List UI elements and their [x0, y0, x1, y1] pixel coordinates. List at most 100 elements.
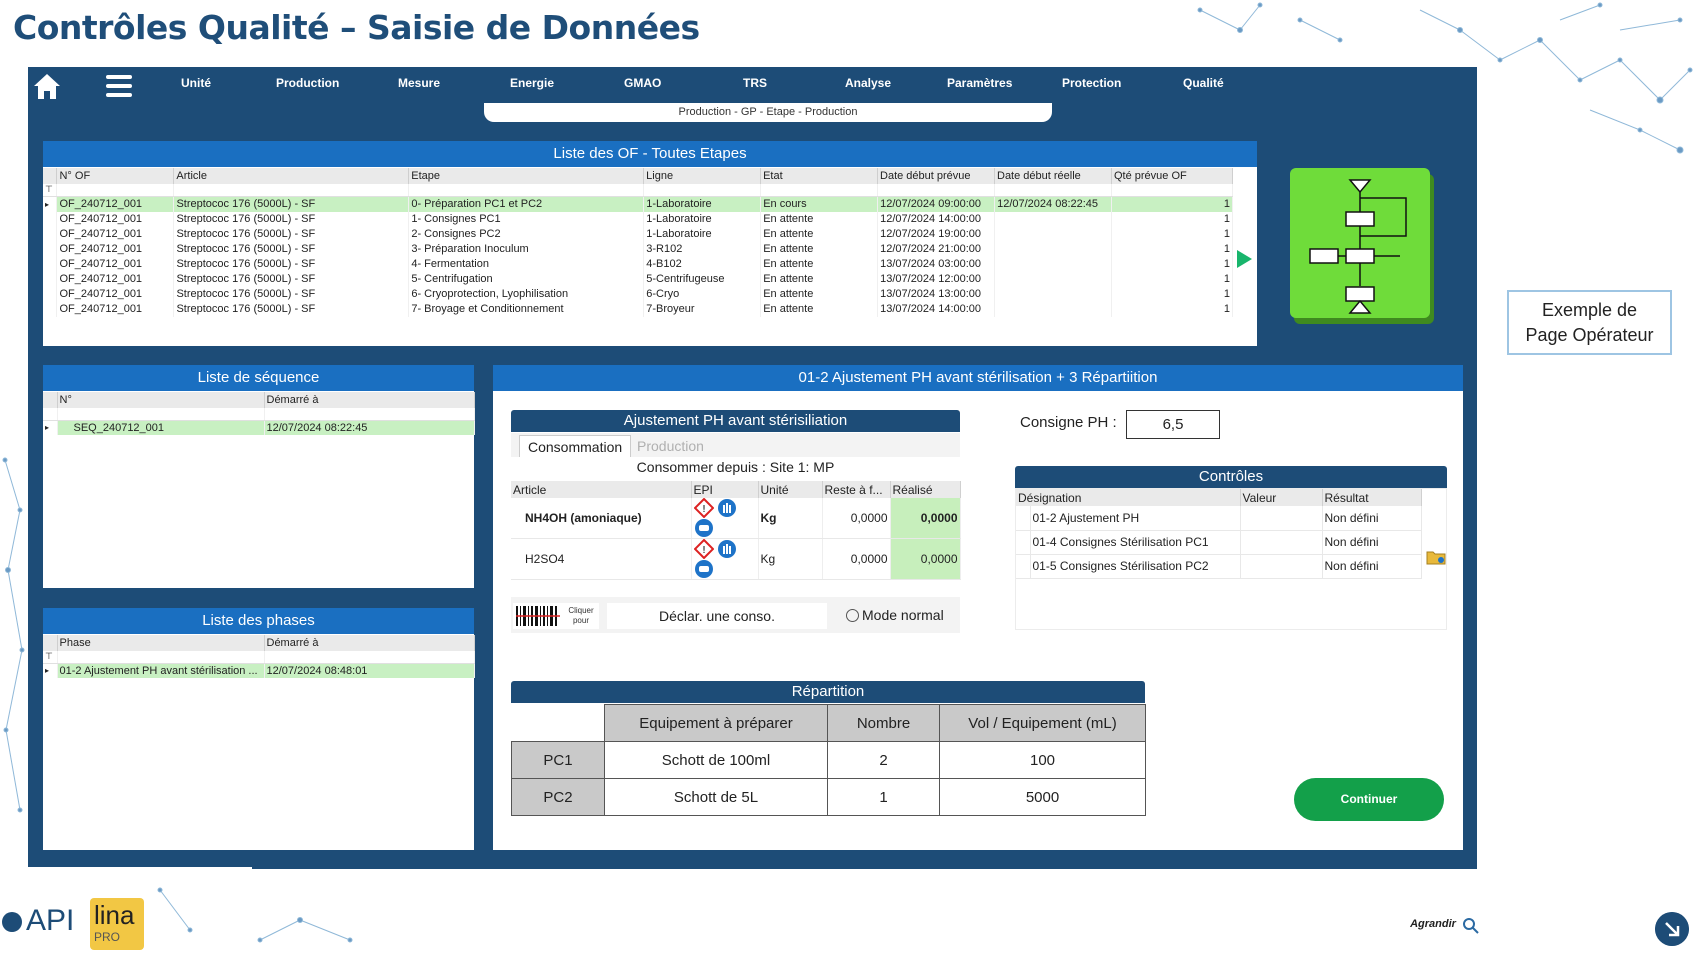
col-header[interactable]: Article [173, 168, 410, 184]
cell: 5000 [939, 778, 1146, 816]
table-row[interactable]: OF_240712_001 Streptococ 176 (5000L) - SF… [43, 241, 1233, 257]
barcode-scan-button[interactable]: Cliquer pour [513, 603, 599, 629]
search-icon[interactable] [1462, 917, 1480, 935]
home-icon[interactable] [32, 71, 62, 101]
table-row[interactable]: 01-5 Consignes Stérilisation PC2 Non défi… [1016, 554, 1422, 579]
pro-logo-text: PRO [94, 930, 121, 944]
cell: 7- Broyage et Conditionnement [408, 301, 645, 317]
nav-mesure[interactable]: Mesure [398, 76, 440, 90]
col-header[interactable]: Démarré à [264, 635, 475, 651]
cell: OF_240712_001 [56, 196, 175, 212]
nav-production[interactable]: Production [276, 76, 339, 90]
cell: 1- Consignes PC1 [408, 211, 645, 227]
play-arrow-icon[interactable] [1237, 250, 1252, 268]
ajustement-box: Consommation Production Consommer depuis… [511, 433, 961, 633]
nav-trs[interactable]: TRS [743, 76, 767, 90]
svg-text:!: ! [701, 545, 705, 556]
mode-normal-radio[interactable]: Mode normal [846, 607, 944, 623]
col-header[interactable]: Etat [760, 168, 879, 184]
table-row[interactable]: 01-2 Ajustement PH Non défini [1016, 506, 1422, 531]
continue-button[interactable]: Continuer [1294, 778, 1444, 821]
agrandir-button[interactable]: Agrandir [1406, 916, 1460, 933]
breadcrumb[interactable]: Production - GP - Etape - Production [484, 103, 1052, 122]
nav-analyse[interactable]: Analyse [845, 76, 891, 90]
table-row[interactable]: OF_240712_001 Streptococ 176 (5000L) - SF… [43, 226, 1233, 242]
tab-production[interactable]: Production [629, 435, 712, 457]
cell[interactable] [1240, 506, 1323, 531]
table-row[interactable]: OF_240712_001 Streptococ 176 (5000L) - SF… [43, 271, 1233, 287]
note-line: Page Opérateur [1525, 325, 1654, 345]
filter-row[interactable]: ⊤ [43, 184, 1234, 197]
repartition-table: Equipement à préparer Nombre Vol / Equip… [511, 704, 1146, 816]
phases-title: Liste des phases [43, 608, 474, 634]
lina-pro-logo: lina PRO [90, 898, 144, 950]
of-list-title: Liste des OF - Toutes Etapes [43, 141, 1257, 167]
menu-icon[interactable] [106, 75, 132, 97]
epi-icons: ! [691, 538, 759, 580]
col-header[interactable]: Phase [57, 635, 265, 651]
nav-parametres[interactable]: Paramètres [947, 76, 1012, 90]
table-row[interactable]: ▸ OF_240712_001 Streptococ 176 (5000L) - S… [43, 196, 1233, 212]
cell: 5-Centrifugeuse [643, 271, 762, 287]
of-table: N° OF Article Etape Ligne Etat Date débu… [43, 168, 1234, 317]
col-header[interactable]: Article [511, 481, 692, 498]
cell: 1 [1111, 301, 1233, 317]
col-header[interactable]: N° [57, 392, 265, 408]
col-header[interactable]: Réalisé [890, 481, 961, 498]
table-row[interactable]: OF_240712_001 Streptococ 176 (5000L) - SF… [43, 286, 1233, 302]
table-row[interactable]: ▸ 01-2 Ajustement PH avant stérilisation… [43, 663, 475, 678]
phase-detail-title: 01-2 Ajustement PH avant stérilisation +… [493, 365, 1463, 391]
nav-unite[interactable]: Unité [181, 76, 211, 90]
cell: 13/07/2024 13:00:00 [877, 286, 996, 302]
filter-row[interactable] [43, 408, 475, 421]
col-header[interactable]: Date début prévue [877, 168, 995, 184]
cell: 1 [1111, 211, 1233, 227]
cell: 1 [1111, 241, 1233, 257]
col-header[interactable]: Date début réelle [994, 168, 1112, 184]
consigne-ph-input[interactable]: 6,5 [1126, 410, 1220, 439]
cell[interactable] [1240, 530, 1323, 555]
filter-row[interactable]: ⊤ [43, 651, 475, 664]
network-decoration-left [2, 457, 25, 813]
col-header[interactable]: Ligne [643, 168, 762, 184]
next-arrow-icon[interactable] [1655, 912, 1689, 946]
folder-icon[interactable] [1426, 549, 1446, 565]
realise[interactable]: 0,0000 [890, 498, 961, 539]
nav-gmao[interactable]: GMAO [624, 76, 661, 90]
nav-energie[interactable]: Energie [510, 76, 554, 90]
col-header[interactable]: Unité [758, 481, 823, 498]
row-header: PC2 [511, 778, 605, 816]
flowchart-icon[interactable] [1290, 168, 1436, 328]
table-row[interactable]: H2SO4 ! Kg 0,0000 0,0000 [511, 538, 961, 580]
table-row[interactable]: NH4OH (amoniaque) ! Kg 0,0000 0,0000 [511, 498, 961, 539]
nav-protection[interactable]: Protection [1062, 76, 1121, 90]
declare-conso-button[interactable]: Déclar. une conso. [607, 603, 827, 629]
cell: 3-R102 [643, 241, 762, 257]
table-row[interactable]: OF_240712_001 Streptococ 176 (5000L) - SF… [43, 256, 1233, 272]
radio-icon[interactable] [846, 609, 859, 622]
table-row[interactable]: 01-4 Consignes Stérilisation PC1 Non défi… [1016, 530, 1422, 555]
cell: OF_240712_001 [56, 211, 175, 227]
col-header[interactable]: Désignation [1016, 489, 1241, 506]
col-header[interactable]: Qté prévue OF [1111, 168, 1234, 184]
tab-consommation[interactable]: Consommation [519, 435, 632, 457]
row-indicator: ▸ [43, 196, 58, 212]
table-row[interactable]: OF_240712_001 Streptococ 176 (5000L) - SF… [43, 301, 1233, 317]
cell: 13/07/2024 03:00:00 [877, 256, 996, 272]
cell: En attente [760, 241, 879, 257]
nav-qualite[interactable]: Qualité [1183, 76, 1224, 90]
cell[interactable] [1240, 554, 1323, 579]
cell: Non défini [1322, 554, 1422, 579]
col-header[interactable]: Etape [408, 168, 645, 184]
col-header[interactable]: N° OF [56, 168, 175, 184]
col-header[interactable]: EPI [691, 481, 759, 498]
realise[interactable]: 0,0000 [890, 538, 961, 580]
table-row: PC2 Schott de 5L 1 5000 [511, 778, 1146, 816]
table-row[interactable]: ▸ SEQ_240712_001 12/07/2024 08:22:45 [43, 420, 475, 435]
table-row[interactable]: OF_240712_001 Streptococ 176 (5000L) - SF… [43, 211, 1233, 227]
col-header[interactable]: Démarré à [264, 392, 475, 408]
col-header[interactable]: Valeur [1240, 489, 1323, 506]
col-header[interactable]: Résultat [1322, 489, 1422, 506]
cell: OF_240712_001 [56, 226, 175, 242]
col-header[interactable]: Reste à f... [822, 481, 891, 498]
